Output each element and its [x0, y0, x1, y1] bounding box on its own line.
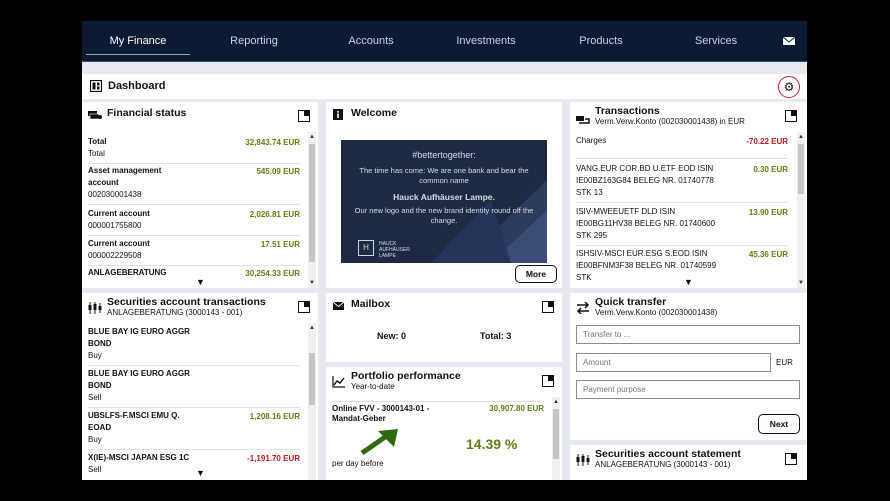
securities-transactions-subtitle: ANLAGEBERATUNG (3000143 - 001): [107, 308, 243, 317]
mailbox-panel: Mailbox New: 0 Total: 3: [326, 293, 562, 362]
expand-icon[interactable]: [785, 453, 797, 465]
trend-up-arrow-icon: [360, 429, 398, 455]
currency-label: EUR: [776, 358, 793, 367]
envelope-icon[interactable]: [782, 35, 796, 47]
financial-status-title: Financial status: [107, 107, 187, 119]
transfer-hand-icon: [576, 116, 590, 124]
table-row[interactable]: BLUE BAY IG EURO AGGR BOND Sell: [88, 368, 300, 408]
nav-reporting[interactable]: Reporting: [198, 21, 310, 62]
dashboard-bar: Dashboard ⚙: [82, 74, 807, 99]
transactions-title: Transactions: [595, 105, 660, 117]
scrollbar[interactable]: ▲: [308, 323, 316, 480]
next-button[interactable]: Next: [758, 414, 800, 434]
welcome-title: Welcome: [351, 107, 397, 119]
scrollbar[interactable]: ▲ ▼: [797, 132, 805, 288]
quick-transfer-subtitle: Verm.Verw.Konto (002030001438): [595, 308, 718, 317]
scroll-down-caret-icon[interactable]: ▼: [196, 277, 205, 287]
securities-statement-panel: Securities account statement ANLAGEBERAT…: [570, 445, 807, 480]
scrollbar[interactable]: ▲: [552, 397, 560, 480]
line-chart-icon: [332, 376, 345, 388]
dashboard-icon: [90, 80, 102, 92]
banner-text-2: Our new logo and the new brand identity …: [354, 206, 534, 225]
expand-icon[interactable]: [542, 301, 554, 313]
portfolio-percent: 14.39 %: [466, 436, 518, 452]
financial-status-panel: Financial status Total Total 32,843.74 E…: [82, 102, 318, 288]
table-row[interactable]: UBSLFS-F.MSCI EMU Q. EOAD Buy 1,208.16 E…: [88, 410, 300, 450]
list-item[interactable]: Current account 000001755800 2,026.81 EU…: [88, 208, 300, 236]
list-item[interactable]: ANLAGEBERATUNG 30,254.33 EUR: [88, 267, 300, 281]
table-row[interactable]: BLUE BAY IG EURO AGGR BOND Buy: [88, 326, 300, 366]
welcome-panel: Welcome #bettertogether: The time has co…: [326, 102, 562, 288]
list-item[interactable]: Asset management account 002030001438 54…: [88, 165, 300, 205]
top-navigation: My Finance Reporting Accounts Investment…: [82, 21, 807, 62]
list-item[interactable]: Total Total 32,843.74 EUR: [88, 136, 300, 164]
portfolio-title: Portfolio performance: [351, 370, 461, 382]
dashboard-title: Dashboard: [108, 80, 166, 92]
mailbox-total-count[interactable]: Total: 3: [480, 331, 511, 341]
banner-text-1: The time has come: We are one bank and b…: [359, 166, 529, 185]
banner-brand: Hauck Aufhäuser Lampe.: [393, 192, 495, 202]
mailbox-title: Mailbox: [351, 298, 391, 310]
statement-subtitle: ANLAGEBERATUNG (3000143 - 001): [595, 460, 731, 469]
expand-icon[interactable]: [542, 375, 554, 387]
securities-transactions-panel: Securities account transactions ANLAGEBE…: [82, 293, 318, 480]
more-button[interactable]: More: [515, 265, 557, 283]
app-window: My Finance Reporting Accounts Investment…: [82, 21, 807, 480]
portfolio-performance-panel: Portfolio performance Year-to-date Onlin…: [326, 367, 562, 480]
expand-icon[interactable]: [298, 110, 310, 122]
transactions-subtitle: Verm.Verw.Konto (002030001438) in EUR: [595, 117, 745, 126]
list-item[interactable]: Current account 000002229508 17.51 EUR: [88, 238, 300, 266]
money-stack-icon: [88, 111, 102, 120]
expand-icon[interactable]: [785, 110, 797, 122]
transfer-arrows-icon: [576, 302, 590, 314]
candlestick-icon: [576, 454, 590, 466]
portfolio-per-day: per day before: [332, 459, 384, 468]
nav-accounts[interactable]: Accounts: [315, 21, 427, 62]
candlestick-icon: [88, 302, 102, 314]
nav-products[interactable]: Products: [545, 21, 657, 62]
securities-transactions-title: Securities account transactions: [107, 296, 266, 308]
transactions-panel: Transactions Verm.Verw.Konto (0020300014…: [570, 102, 807, 288]
list-item[interactable]: VANG.EUR COR.BD U.ETF EOD ISIN IE00BZ163…: [576, 163, 788, 203]
transfer-to-input[interactable]: [576, 325, 800, 344]
payment-purpose-input[interactable]: [576, 380, 800, 399]
list-item[interactable]: ISHSIV-MSCI EUR.ESG S.EOD ISIN IE00BFNM3…: [576, 248, 788, 286]
list-item[interactable]: Charges -70.22 EUR: [576, 135, 788, 159]
mailbox-new-count[interactable]: New: 0: [377, 331, 406, 341]
envelope-icon: [332, 301, 345, 310]
statement-title: Securities account statement: [595, 448, 741, 460]
nav-services[interactable]: Services: [660, 21, 772, 62]
banner-hashtag: #bettertogether:: [412, 150, 476, 160]
scroll-down-caret-icon[interactable]: ▼: [684, 277, 693, 287]
info-icon: [333, 109, 343, 120]
brand-logo: H: [358, 240, 374, 256]
portfolio-account-row[interactable]: Online FVV - 3000143-01 - Mandat-Geber 3…: [332, 401, 544, 431]
gear-icon[interactable]: ⚙: [778, 76, 800, 98]
brand-logo-text: HAUCK AUFHÄUSER LAMPE: [379, 241, 410, 259]
amount-input[interactable]: [576, 353, 771, 372]
expand-icon[interactable]: [298, 301, 310, 313]
quick-transfer-panel: Quick transfer Verm.Verw.Konto (00203000…: [570, 293, 807, 440]
list-item[interactable]: ISIV-MWEEUETF DLD ISIN IE00BG11HV38 BELE…: [576, 206, 788, 246]
quick-transfer-title: Quick transfer: [595, 296, 667, 308]
nav-investments[interactable]: Investments: [430, 21, 542, 62]
portfolio-subtitle: Year-to-date: [351, 382, 395, 391]
table-row[interactable]: X(IE)-MSCI JAPAN ESG 1C Sell -1,191.70 E…: [88, 452, 300, 480]
scrollbar[interactable]: ▲ ▼: [308, 132, 316, 288]
scroll-down-caret-icon[interactable]: ▼: [196, 468, 205, 478]
welcome-banner: #bettertogether: The time has come: We a…: [341, 140, 547, 263]
nav-my-finance[interactable]: My Finance: [82, 21, 194, 62]
